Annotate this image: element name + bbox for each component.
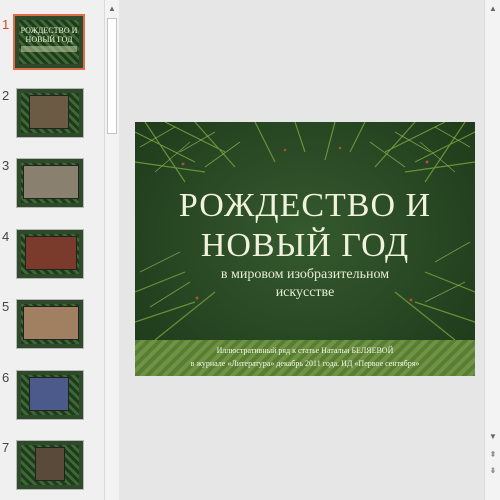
slide-number: 5 bbox=[2, 299, 10, 314]
slide-number: 2 bbox=[2, 88, 10, 103]
slide-editor: РОЖДЕСТВО И НОВЫЙ ГОД в мировом изобрази… bbox=[119, 0, 483, 500]
thumbnail-image[interactable] bbox=[16, 229, 84, 279]
thumbnail-scrollbar[interactable]: ▲ bbox=[104, 0, 119, 500]
thumbnail-slide-5[interactable]: 5 bbox=[0, 299, 104, 355]
editor-scrollbar[interactable]: ▲ ▼ ⇞ ⇟ bbox=[484, 0, 500, 500]
thumbnail-photo bbox=[23, 165, 79, 199]
thumbnail-title: РОЖДЕСТВО И НОВЫЙ ГОД bbox=[20, 26, 78, 44]
slide-title[interactable]: РОЖДЕСТВО И НОВЫЙ ГОД bbox=[135, 186, 475, 266]
thumbnail-photo bbox=[35, 447, 65, 481]
slide-thumbnail-pane: 1 РОЖДЕСТВО И НОВЫЙ ГОД 2 3 4 5 6 7 bbox=[0, 0, 104, 500]
slide-caption-line-2: в журнале «Литература» декабрь 2011 года… bbox=[190, 359, 420, 368]
slide-subtitle-line-1: в мировом изобразительном bbox=[220, 267, 390, 282]
slide-number: 6 bbox=[2, 370, 10, 385]
thumbnail-slide-3[interactable]: 3 bbox=[0, 158, 104, 214]
thumbnail-photo bbox=[29, 95, 69, 129]
thumbnail-slide-2[interactable]: 2 bbox=[0, 88, 104, 144]
thumbnail-image[interactable]: РОЖДЕСТВО И НОВЫЙ ГОД bbox=[13, 14, 85, 70]
previous-slide-icon[interactable]: ⇞ bbox=[486, 448, 500, 462]
thumbnail-photo bbox=[23, 306, 79, 340]
scroll-up-icon[interactable]: ▲ bbox=[486, 2, 500, 16]
thumbnail-slide-1[interactable]: 1 РОЖДЕСТВО И НОВЫЙ ГОД bbox=[0, 14, 104, 73]
thumbnail-slide-6[interactable]: 6 bbox=[0, 370, 104, 426]
next-slide-icon[interactable]: ⇟ bbox=[486, 464, 500, 478]
thumbnail-slide-4[interactable]: 4 bbox=[0, 229, 104, 285]
thumbnail-photo bbox=[29, 377, 69, 411]
thumbnail-image[interactable] bbox=[16, 299, 84, 349]
thumbnail-slide-7[interactable]: 7 bbox=[0, 440, 104, 496]
slide-number: 3 bbox=[2, 158, 10, 173]
scroll-down-icon[interactable]: ▼ bbox=[486, 430, 500, 444]
slide-number: 7 bbox=[2, 440, 10, 455]
thumbnail-image[interactable] bbox=[16, 440, 84, 490]
slide-number: 4 bbox=[2, 229, 10, 244]
slide-subtitle-line-2: искусстве bbox=[275, 285, 335, 300]
thumbnail-image[interactable] bbox=[16, 88, 84, 138]
thumbnail-image[interactable] bbox=[16, 158, 84, 208]
thumbnail-photo bbox=[25, 236, 77, 270]
slide-caption-line-1: Иллюстративный ряд к статье Натальи БЕЛЯ… bbox=[216, 346, 394, 355]
slide-title-line-2: НОВЫЙ ГОД bbox=[200, 227, 410, 264]
slide-caption[interactable]: Иллюстративный ряд к статье Натальи БЕЛЯ… bbox=[165, 344, 445, 370]
scroll-up-icon[interactable]: ▲ bbox=[105, 2, 119, 16]
current-slide[interactable]: РОЖДЕСТВО И НОВЫЙ ГОД в мировом изобрази… bbox=[135, 122, 475, 376]
thumbnail-subtitle-bar bbox=[21, 46, 77, 52]
caption-band: Иллюстративный ряд к статье Натальи БЕЛЯ… bbox=[135, 340, 475, 376]
slide-title-line-1: РОЖДЕСТВО И bbox=[178, 187, 432, 224]
slide-subtitle[interactable]: в мировом изобразительном искусстве bbox=[135, 266, 475, 302]
thumbnail-image[interactable] bbox=[16, 370, 84, 420]
scrollbar-thumb[interactable] bbox=[107, 18, 117, 134]
